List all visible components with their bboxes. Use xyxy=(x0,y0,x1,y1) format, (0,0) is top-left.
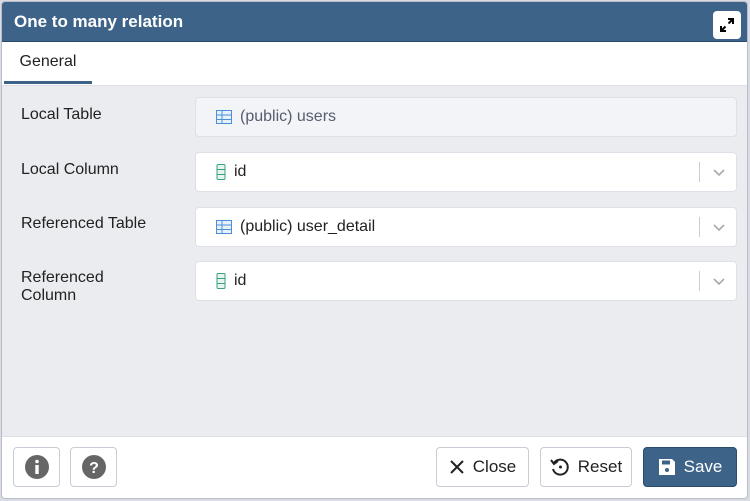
tab-bar: General xyxy=(2,42,747,86)
chevron-down-icon[interactable] xyxy=(712,220,726,234)
help-icon: ? xyxy=(81,455,106,479)
local-table-field: (public) users xyxy=(195,97,737,137)
dialog-title: One to many relation xyxy=(14,11,184,31)
close-label: Close xyxy=(472,457,517,476)
save-label: Save xyxy=(683,457,723,476)
referenced-column-label: Referenced Column xyxy=(21,269,104,304)
local-column-select[interactable]: id xyxy=(195,152,737,192)
column-icon xyxy=(216,273,226,289)
local-column-value: id xyxy=(234,163,247,180)
svg-text:?: ? xyxy=(89,460,99,477)
referenced-column-select[interactable]: id xyxy=(195,261,737,301)
dialog-header[interactable]: One to many relation xyxy=(2,2,747,42)
table-icon xyxy=(216,110,232,124)
table-icon xyxy=(216,220,232,234)
info-button[interactable] xyxy=(13,447,60,487)
reset-button[interactable]: Reset xyxy=(540,447,632,487)
one-to-many-dialog: One to many relation General Local Table… xyxy=(1,1,748,499)
chevron-down-icon[interactable] xyxy=(712,274,726,288)
column-icon xyxy=(216,164,226,180)
save-icon xyxy=(658,459,675,475)
reset-icon xyxy=(549,458,569,476)
info-icon xyxy=(24,455,49,479)
close-icon xyxy=(450,460,464,474)
referenced-table-label: Referenced Table xyxy=(21,215,147,232)
help-button[interactable]: ? xyxy=(70,447,117,487)
referenced-table-select[interactable]: (public) user_detail xyxy=(195,207,737,247)
close-button[interactable]: Close xyxy=(436,447,529,487)
expand-icon xyxy=(720,18,734,32)
maximize-button[interactable] xyxy=(713,11,741,39)
chevron-down-icon[interactable] xyxy=(712,165,726,179)
referenced-table-value: (public) user_detail xyxy=(240,218,376,235)
reset-label: Reset xyxy=(577,457,623,476)
save-button[interactable]: Save xyxy=(643,447,737,487)
tab-general[interactable]: General xyxy=(4,42,92,84)
local-table-value: (public) users xyxy=(240,108,337,125)
local-column-label: Local Column xyxy=(21,161,119,178)
referenced-column-value: id xyxy=(234,272,247,289)
dialog-footer: ? Close Reset Save xyxy=(2,436,747,498)
local-table-label: Local Table xyxy=(21,106,102,123)
